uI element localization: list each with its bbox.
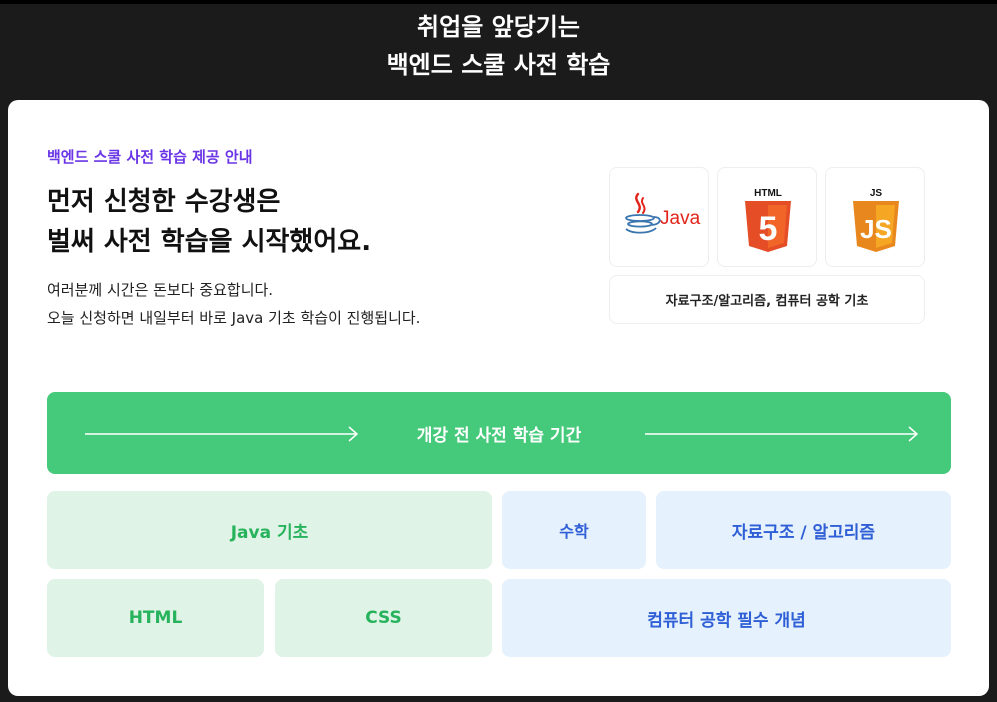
description-line2: 오늘 신청하면 내일부터 바로 Java 기초 학습이 진행됩니다. [47, 309, 421, 327]
js-logo-icon: JS JS [853, 188, 899, 252]
section-headline: 먼저 신청한 수강생은 벌써 사전 학습을 시작했어요. [47, 182, 371, 262]
headline-line2: 벌써 사전 학습을 시작했어요. [47, 227, 372, 257]
hero-title-line2: 백엔드 스쿨 사전 학습 [386, 51, 611, 79]
tile-java-basics: Java 기초 [47, 491, 492, 569]
js-logo-label: JS [870, 188, 883, 199]
tile-data-structures: 자료구조 / 알고리즘 [656, 491, 951, 569]
section-description: 여러분께 시간은 돈보다 중요합니다. 오늘 신청하면 내일부터 바로 Java… [47, 276, 420, 332]
tile-math: 수학 [502, 491, 646, 569]
js-logo-card: JS JS [825, 167, 925, 267]
java-logo-icon: Java [625, 192, 701, 234]
tile-css: CSS [275, 579, 492, 657]
java-logo-card: Java [609, 167, 709, 267]
hero-title-line1: 취업을 앞당기는 [417, 13, 580, 41]
java-logo-text: Java [660, 208, 701, 229]
html5-logo-card: HTML 5 [717, 167, 817, 267]
headline-line1: 먼저 신청한 수강생은 [47, 187, 281, 217]
info-card: 백엔드 스쿨 사전 학습 제공 안내 먼저 신청한 수강생은 벌써 사전 학습을… [8, 100, 989, 696]
hero-title: 취업을 앞당기는 백엔드 스쿨 사전 학습 [0, 8, 997, 84]
arrow-right-icon [645, 426, 919, 442]
top-divider [0, 0, 997, 4]
topics-box: 자료구조/알고리즘, 컴퓨터 공학 기초 [609, 275, 925, 324]
html5-logo-number: 5 [759, 210, 778, 248]
pre-learning-period-bar: 개강 전 사전 학습 기간 [47, 392, 951, 474]
js-logo-letters: JS [860, 214, 892, 244]
description-line1: 여러분께 시간은 돈보다 중요합니다. [47, 281, 274, 299]
html5-logo-icon: HTML 5 [745, 188, 791, 252]
section-eyebrow: 백엔드 스쿨 사전 학습 제공 안내 [47, 148, 253, 166]
tile-html: HTML [47, 579, 264, 657]
html5-logo-label: HTML [754, 188, 782, 199]
tile-cs-fundamentals: 컴퓨터 공학 필수 개념 [502, 579, 951, 657]
